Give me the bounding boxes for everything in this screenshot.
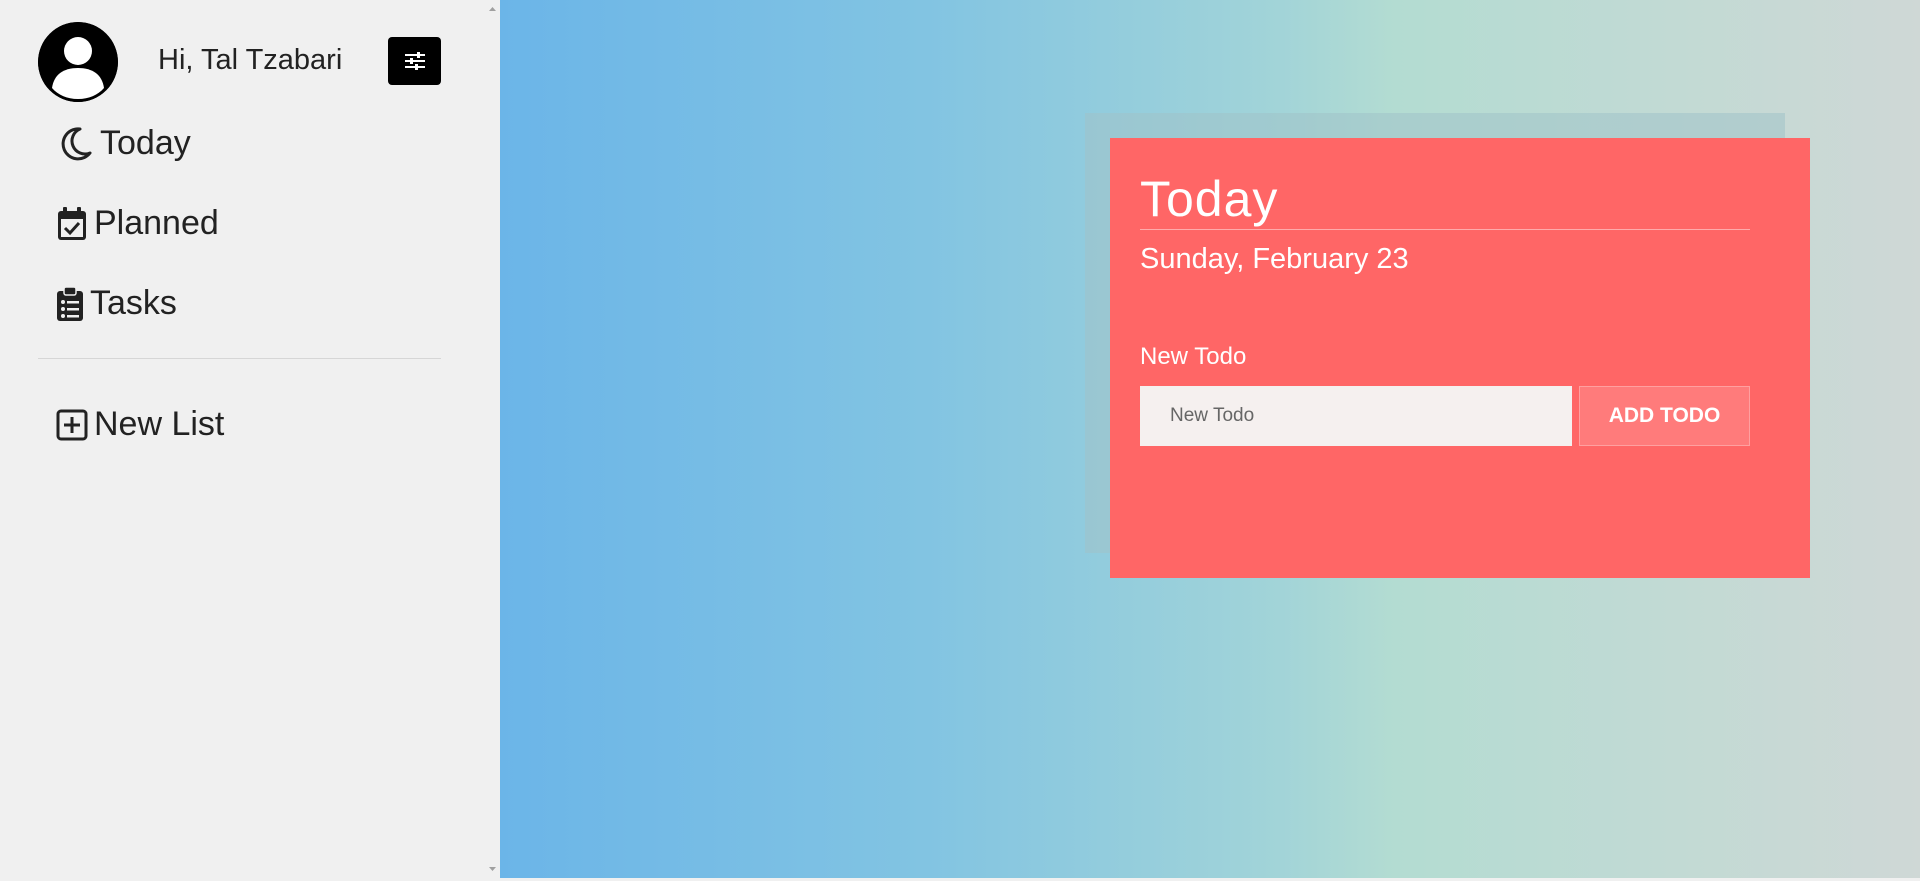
- sidebar-item-label: Today: [100, 124, 191, 162]
- title-divider: [1140, 229, 1750, 230]
- new-todo-label: New Todo: [1140, 343, 1247, 370]
- sliders-icon: [404, 52, 425, 70]
- scroll-up-arrow-icon[interactable]: [485, 2, 500, 16]
- new-todo-input[interactable]: [1140, 386, 1572, 446]
- sidebar: Hi, Tal Tzabari Today Planned Tasks New …: [0, 0, 500, 878]
- scroll-down-arrow-icon[interactable]: [485, 862, 500, 876]
- sidebar-divider: [38, 358, 441, 359]
- sidebar-item-label: Planned: [94, 204, 219, 242]
- greeting-text: Hi, Tal Tzabari: [158, 44, 343, 76]
- calendar-check-icon: [56, 206, 88, 242]
- today-card: Today Sunday, February 23 New Todo ADD T…: [1110, 138, 1810, 578]
- moon-icon: [56, 125, 94, 163]
- settings-button[interactable]: [388, 37, 441, 85]
- plus-square-icon: [56, 409, 88, 441]
- add-todo-button[interactable]: ADD TODO: [1579, 386, 1750, 446]
- current-date: Sunday, February 23: [1140, 243, 1409, 275]
- sidebar-item-label: Tasks: [90, 284, 177, 322]
- sidebar-item-planned[interactable]: Planned: [56, 204, 219, 243]
- clipboard-list-icon: [56, 285, 84, 322]
- sidebar-item-today[interactable]: Today: [56, 124, 191, 163]
- sidebar-scrollbar[interactable]: [485, 0, 500, 878]
- page-title: Today: [1140, 171, 1279, 227]
- main-area: Today Sunday, February 23 New Todo ADD T…: [500, 0, 1920, 878]
- user-avatar-icon[interactable]: [38, 22, 118, 102]
- new-list-button[interactable]: New List: [56, 405, 224, 444]
- sidebar-item-tasks[interactable]: Tasks: [56, 284, 177, 323]
- new-list-label: New List: [94, 405, 225, 443]
